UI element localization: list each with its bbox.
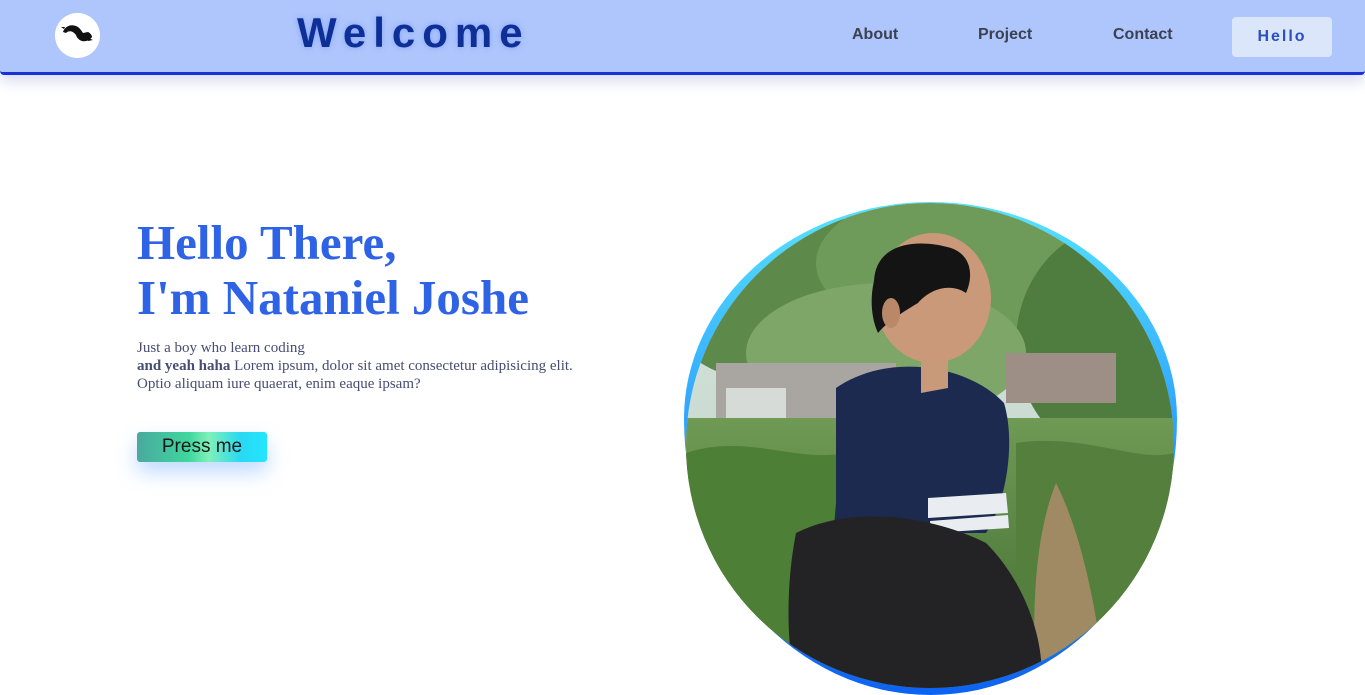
- press-me-button[interactable]: Press me: [137, 432, 267, 462]
- nav-project-link[interactable]: Project: [978, 26, 1032, 44]
- hero-text-line-3: Optio aliquam iure quaerat, enim eaque i…: [137, 376, 421, 392]
- hero-title-line-2: I'm Nataniel Joshe: [137, 270, 529, 325]
- nav-contact-link[interactable]: Contact: [1113, 26, 1173, 44]
- site-title: Welcome: [297, 9, 530, 56]
- hero-title-line-1: Hello There,: [137, 215, 397, 270]
- hero-text-bold: and yeah haha: [137, 358, 231, 374]
- logo[interactable]: [55, 13, 100, 58]
- hello-button[interactable]: Hello: [1232, 17, 1332, 57]
- profile-photo: [686, 203, 1174, 688]
- silhouette-logo-icon: [55, 13, 100, 58]
- hero-text-line-2: and yeah haha Lorem ipsum, dolor sit ame…: [137, 357, 617, 375]
- hero-description: Just a boy who learn coding and yeah hah…: [137, 339, 617, 393]
- hero-title: Hello There, I'm Nataniel Joshe: [137, 215, 529, 325]
- hero-text-line-1: Just a boy who learn coding: [137, 340, 305, 356]
- nav-about-link[interactable]: About: [852, 26, 898, 44]
- profile-photo-image: [686, 203, 1174, 688]
- navbar: Welcome About Project Contact Hello: [0, 0, 1365, 75]
- hero-text-line-2-rest: Lorem ipsum, dolor sit amet consectetur …: [230, 358, 573, 374]
